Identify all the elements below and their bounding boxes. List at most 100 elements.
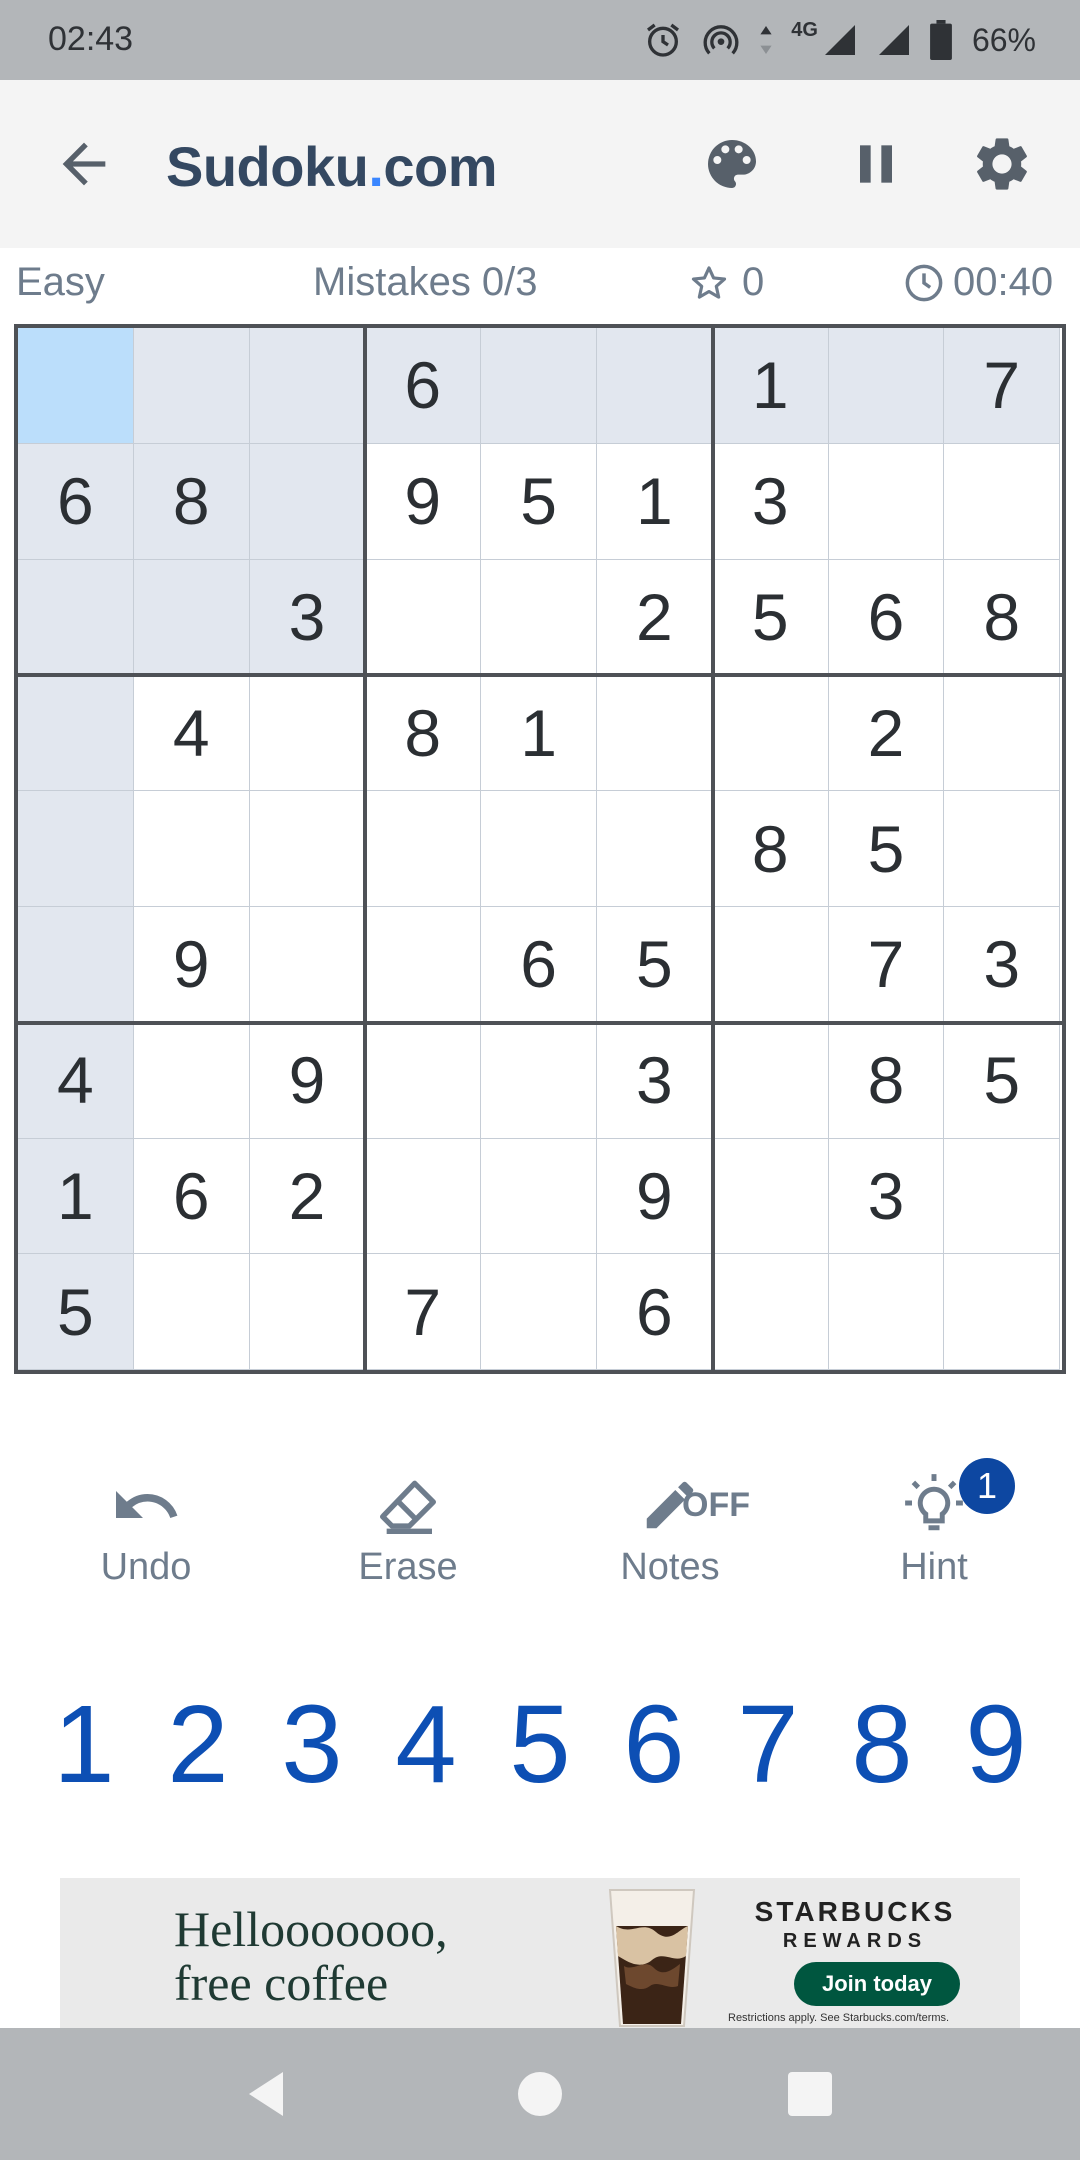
grid-cell[interactable] xyxy=(18,791,134,907)
grid-cell[interactable]: 5 xyxy=(828,791,945,907)
grid-cell[interactable]: 7 xyxy=(365,1254,482,1371)
grid-cell[interactable]: 9 xyxy=(365,443,482,560)
grid-cell[interactable]: 5 xyxy=(712,559,829,676)
back-button[interactable] xyxy=(52,132,116,196)
grid-cell[interactable] xyxy=(133,791,250,907)
undo-button[interactable]: Undo xyxy=(46,1460,246,1589)
hint-button[interactable]: 1 Hint xyxy=(834,1458,1034,1589)
grid-cell[interactable] xyxy=(365,791,482,907)
number-button-6[interactable]: 6 xyxy=(598,1680,710,1810)
erase-button[interactable]: Erase xyxy=(308,1460,508,1589)
grid-cell[interactable] xyxy=(712,1254,829,1371)
grid-cell[interactable]: 1 xyxy=(712,328,829,444)
grid-cell[interactable]: 6 xyxy=(365,328,482,444)
grid-cell[interactable] xyxy=(712,1138,829,1255)
grid-cell[interactable]: 1 xyxy=(18,1138,134,1255)
grid-cell[interactable] xyxy=(828,1254,945,1371)
grid-cell[interactable] xyxy=(944,1138,1061,1255)
grid-cell[interactable] xyxy=(249,907,366,1023)
number-button-7[interactable]: 7 xyxy=(712,1680,824,1810)
grid-cell[interactable] xyxy=(249,675,366,792)
grid-cell[interactable] xyxy=(249,328,366,444)
grid-cell[interactable] xyxy=(249,443,366,560)
grid-cell[interactable]: 2 xyxy=(597,559,713,676)
grid-cell[interactable] xyxy=(597,675,713,792)
grid-cell[interactable] xyxy=(133,1022,250,1139)
grid-cell[interactable] xyxy=(712,675,829,792)
number-button-5[interactable]: 5 xyxy=(484,1680,596,1810)
grid-cell[interactable] xyxy=(249,791,366,907)
grid-cell[interactable] xyxy=(828,443,945,560)
grid-cell[interactable]: 2 xyxy=(249,1138,366,1255)
grid-cell[interactable] xyxy=(18,675,134,792)
grid-cell[interactable] xyxy=(944,791,1061,907)
grid-cell[interactable]: 5 xyxy=(18,1254,134,1371)
grid-cell[interactable] xyxy=(18,559,134,676)
number-button-4[interactable]: 4 xyxy=(370,1680,482,1810)
grid-cell[interactable] xyxy=(712,1022,829,1139)
grid-cell[interactable]: 1 xyxy=(481,675,597,792)
grid-cell[interactable] xyxy=(365,559,482,676)
number-button-2[interactable]: 2 xyxy=(142,1680,254,1810)
grid-cell[interactable]: 8 xyxy=(712,791,829,907)
pause-button[interactable] xyxy=(844,132,908,196)
grid-cell[interactable]: 8 xyxy=(944,559,1061,676)
grid-cell[interactable]: 5 xyxy=(944,1022,1061,1139)
grid-cell[interactable] xyxy=(133,559,250,676)
grid-cell[interactable]: 6 xyxy=(828,559,945,676)
grid-cell[interactable]: 9 xyxy=(249,1022,366,1139)
grid-cell[interactable]: 9 xyxy=(597,1138,713,1255)
settings-button[interactable] xyxy=(970,132,1034,196)
grid-cell[interactable]: 6 xyxy=(481,907,597,1023)
grid-cell[interactable]: 7 xyxy=(944,328,1061,444)
grid-cell[interactable]: 1 xyxy=(597,443,713,560)
grid-cell[interactable] xyxy=(944,443,1061,560)
number-button-8[interactable]: 8 xyxy=(826,1680,938,1810)
grid-cell[interactable]: 6 xyxy=(133,1138,250,1255)
grid-cell[interactable] xyxy=(249,1254,366,1371)
grid-cell[interactable]: 8 xyxy=(133,443,250,560)
number-button-9[interactable]: 9 xyxy=(940,1680,1052,1810)
grid-cell[interactable]: 3 xyxy=(828,1138,945,1255)
grid-cell[interactable] xyxy=(481,1138,597,1255)
nav-recents-icon[interactable] xyxy=(786,2068,834,2120)
grid-cell[interactable]: 6 xyxy=(597,1254,713,1371)
grid-cell[interactable] xyxy=(712,907,829,1023)
grid-cell[interactable]: 4 xyxy=(18,1022,134,1139)
grid-cell[interactable] xyxy=(481,328,597,444)
grid-cell[interactable]: 4 xyxy=(133,675,250,792)
ad-banner[interactable]: Hellooooooo, free coffee STARBUCKS REWAR… xyxy=(60,1878,1020,2028)
grid-cell[interactable] xyxy=(597,791,713,907)
grid-cell[interactable]: 3 xyxy=(597,1022,713,1139)
number-button-3[interactable]: 3 xyxy=(256,1680,368,1810)
grid-cell[interactable] xyxy=(365,907,482,1023)
nav-home-icon[interactable] xyxy=(516,2068,564,2120)
grid-cell[interactable] xyxy=(365,1022,482,1139)
notes-button[interactable]: OFF Notes xyxy=(570,1460,770,1589)
grid-cell[interactable]: 2 xyxy=(828,675,945,792)
grid-cell[interactable] xyxy=(481,791,597,907)
grid-cell[interactable] xyxy=(481,1254,597,1371)
grid-cell[interactable]: 8 xyxy=(828,1022,945,1139)
nav-back-icon[interactable] xyxy=(242,2068,292,2120)
grid-cell[interactable]: 3 xyxy=(712,443,829,560)
grid-cell[interactable] xyxy=(18,328,134,444)
grid-cell[interactable]: 5 xyxy=(597,907,713,1023)
grid-cell[interactable]: 5 xyxy=(481,443,597,560)
theme-button[interactable] xyxy=(700,132,764,196)
grid-cell[interactable]: 8 xyxy=(365,675,482,792)
grid-cell[interactable] xyxy=(133,1254,250,1371)
grid-cell[interactable] xyxy=(481,559,597,676)
grid-cell[interactable] xyxy=(481,1022,597,1139)
grid-cell[interactable] xyxy=(18,907,134,1023)
grid-cell[interactable] xyxy=(828,328,945,444)
number-button-1[interactable]: 1 xyxy=(28,1680,140,1810)
grid-cell[interactable]: 7 xyxy=(828,907,945,1023)
grid-cell[interactable] xyxy=(944,675,1061,792)
grid-cell[interactable] xyxy=(597,328,713,444)
ad-cta-button[interactable]: Join today xyxy=(794,1962,960,2006)
grid-cell[interactable] xyxy=(944,1254,1061,1371)
grid-cell[interactable] xyxy=(133,328,250,444)
grid-cell[interactable] xyxy=(365,1138,482,1255)
grid-cell[interactable]: 6 xyxy=(18,443,134,560)
